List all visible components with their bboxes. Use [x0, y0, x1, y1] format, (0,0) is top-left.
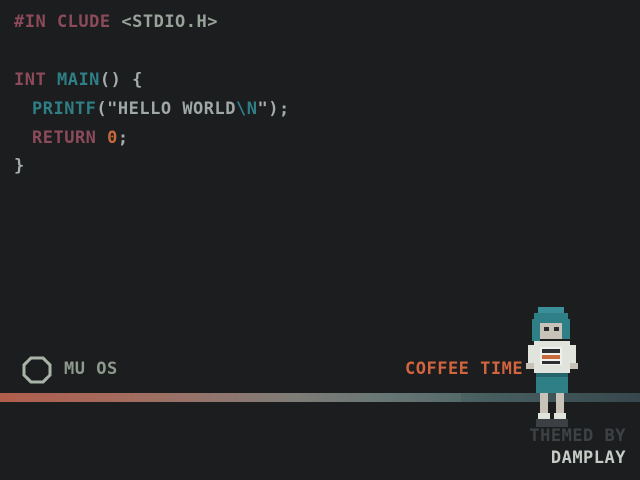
code-open: (" [96, 99, 118, 119]
code-header: <STDIO.H> [121, 12, 218, 32]
credit-author: DAMPLAY [550, 448, 626, 468]
progress-bar-fill [0, 393, 461, 402]
code-number: 0 [107, 128, 118, 148]
os-name-label: MU OS [64, 359, 118, 379]
credit-themed-by: THEMED BY [529, 426, 626, 446]
mu-logo-icon [22, 356, 52, 384]
character-sprite [526, 307, 578, 427]
code-line-return: RETURN 0; [32, 128, 129, 148]
code-preprocessor: #IN CLUDE [14, 12, 111, 32]
code-escape: \N [236, 99, 258, 119]
code-call: PRINTF [32, 99, 97, 119]
code-line-brace: } [14, 156, 25, 176]
theme-title-label: COFFEE TIME [405, 359, 524, 379]
code-function-name: MAIN [56, 70, 100, 90]
code-close: "); [257, 99, 290, 119]
code-close-brace: } [14, 156, 25, 176]
theme-preview-screen: #IN CLUDE <STDIO.H> INT MAIN() { PRINTF(… [0, 0, 640, 480]
code-semicolon: ; [117, 128, 129, 148]
code-string: HELLO WORLD [117, 99, 236, 119]
code-punctuation: () { [99, 70, 143, 90]
code-type: INT [14, 70, 47, 90]
code-line-include: #IN CLUDE <STDIO.H> [14, 12, 218, 32]
code-line-main: INT MAIN() { [14, 70, 143, 90]
code-line-printf: PRINTF("HELLO WORLD\N"); [32, 99, 290, 119]
code-keyword: RETURN [32, 128, 97, 148]
